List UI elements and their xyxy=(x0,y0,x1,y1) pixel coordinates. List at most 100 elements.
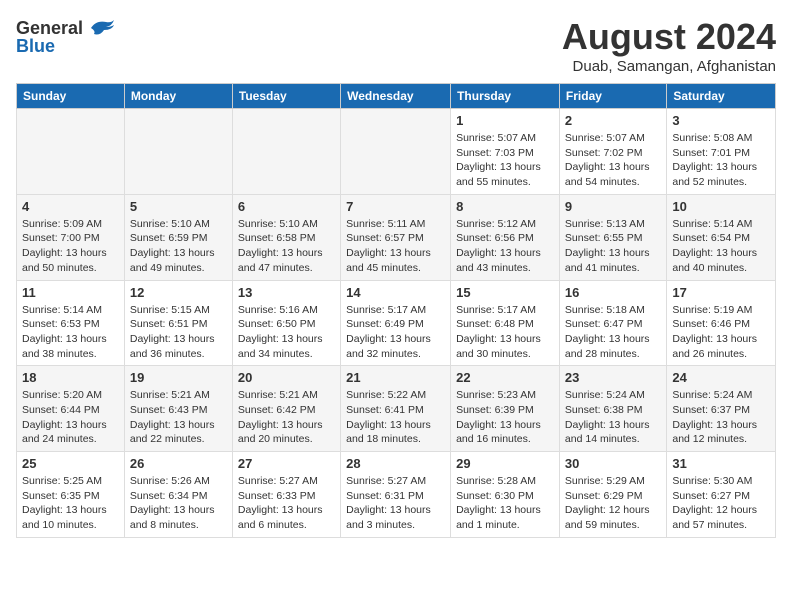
day-number: 6 xyxy=(238,199,335,214)
day-info: Sunrise: 5:23 AM Sunset: 6:39 PM Dayligh… xyxy=(456,388,554,447)
table-row: 18 Sunrise: 5:20 AM Sunset: 6:44 PM Dayli… xyxy=(17,366,125,452)
page-header: General Blue August 2024 Duab, Samangan,… xyxy=(16,16,776,75)
table-row: 21 Sunrise: 5:22 AM Sunset: 6:41 PM Dayli… xyxy=(341,366,451,452)
day-number: 15 xyxy=(456,285,554,300)
day-number: 11 xyxy=(22,285,119,300)
day-info: Sunrise: 5:07 AM Sunset: 7:02 PM Dayligh… xyxy=(565,131,661,190)
day-info: Sunrise: 5:11 AM Sunset: 6:57 PM Dayligh… xyxy=(346,217,445,276)
logo-blue: Blue xyxy=(16,36,55,57)
day-info: Sunrise: 5:22 AM Sunset: 6:41 PM Dayligh… xyxy=(346,388,445,447)
logo-bird-icon xyxy=(86,16,116,40)
logo: General Blue xyxy=(16,16,116,57)
title-section: August 2024 Duab, Samangan, Afghanistan xyxy=(562,16,776,75)
day-info: Sunrise: 5:14 AM Sunset: 6:53 PM Dayligh… xyxy=(22,303,119,362)
location-subtitle: Duab, Samangan, Afghanistan xyxy=(562,58,776,75)
table-row: 1 Sunrise: 5:07 AM Sunset: 7:03 PM Daylig… xyxy=(451,109,560,195)
table-row: 23 Sunrise: 5:24 AM Sunset: 6:38 PM Dayli… xyxy=(559,366,666,452)
day-number: 18 xyxy=(22,370,119,385)
day-number: 8 xyxy=(456,199,554,214)
table-row: 14 Sunrise: 5:17 AM Sunset: 6:49 PM Dayli… xyxy=(341,280,451,366)
calendar-week-row: 11 Sunrise: 5:14 AM Sunset: 6:53 PM Dayli… xyxy=(17,280,776,366)
calendar-week-row: 25Sunrise: 5:25 AM Sunset: 6:35 PM Dayli… xyxy=(17,452,776,538)
day-info: Sunrise: 5:15 AM Sunset: 6:51 PM Dayligh… xyxy=(130,303,227,362)
day-number: 3 xyxy=(672,113,770,128)
table-row: 6 Sunrise: 5:10 AM Sunset: 6:58 PM Daylig… xyxy=(232,194,340,280)
table-row xyxy=(232,109,340,195)
day-number: 19 xyxy=(130,370,227,385)
day-number: 1 xyxy=(456,113,554,128)
day-number: 12 xyxy=(130,285,227,300)
day-number: 9 xyxy=(565,199,661,214)
table-row: 8 Sunrise: 5:12 AM Sunset: 6:56 PM Daylig… xyxy=(451,194,560,280)
day-info: Sunrise: 5:27 AM Sunset: 6:33 PM Dayligh… xyxy=(238,474,335,533)
day-info: Sunrise: 5:27 AM Sunset: 6:31 PM Dayligh… xyxy=(346,474,445,533)
day-number: 25 xyxy=(22,456,119,471)
calendar-week-row: 18 Sunrise: 5:20 AM Sunset: 6:44 PM Dayli… xyxy=(17,366,776,452)
day-number: 27 xyxy=(238,456,335,471)
day-info: Sunrise: 5:24 AM Sunset: 6:37 PM Dayligh… xyxy=(672,388,770,447)
header-sunday: Sunday xyxy=(17,84,125,109)
table-row: 25Sunrise: 5:25 AM Sunset: 6:35 PM Dayli… xyxy=(17,452,125,538)
day-number: 2 xyxy=(565,113,661,128)
day-number: 7 xyxy=(346,199,445,214)
day-info: Sunrise: 5:10 AM Sunset: 6:59 PM Dayligh… xyxy=(130,217,227,276)
day-info: Sunrise: 5:10 AM Sunset: 6:58 PM Dayligh… xyxy=(238,217,335,276)
day-number: 10 xyxy=(672,199,770,214)
table-row: 13 Sunrise: 5:16 AM Sunset: 6:50 PM Dayli… xyxy=(232,280,340,366)
day-number: 21 xyxy=(346,370,445,385)
day-number: 24 xyxy=(672,370,770,385)
day-number: 31 xyxy=(672,456,770,471)
day-number: 23 xyxy=(565,370,661,385)
day-info: Sunrise: 5:20 AM Sunset: 6:44 PM Dayligh… xyxy=(22,388,119,447)
day-info: Sunrise: 5:17 AM Sunset: 6:48 PM Dayligh… xyxy=(456,303,554,362)
day-info: Sunrise: 5:12 AM Sunset: 6:56 PM Dayligh… xyxy=(456,217,554,276)
header-saturday: Saturday xyxy=(667,84,776,109)
day-number: 16 xyxy=(565,285,661,300)
day-info: Sunrise: 5:17 AM Sunset: 6:49 PM Dayligh… xyxy=(346,303,445,362)
day-info: Sunrise: 5:19 AM Sunset: 6:46 PM Dayligh… xyxy=(672,303,770,362)
table-row xyxy=(341,109,451,195)
day-number: 28 xyxy=(346,456,445,471)
table-row: 16 Sunrise: 5:18 AM Sunset: 6:47 PM Dayli… xyxy=(559,280,666,366)
day-info: Sunrise: 5:21 AM Sunset: 6:42 PM Dayligh… xyxy=(238,388,335,447)
table-row: 26Sunrise: 5:26 AM Sunset: 6:34 PM Dayli… xyxy=(124,452,232,538)
table-row xyxy=(17,109,125,195)
day-number: 22 xyxy=(456,370,554,385)
weekday-header-row: Sunday Monday Tuesday Wednesday Thursday… xyxy=(17,84,776,109)
day-number: 20 xyxy=(238,370,335,385)
table-row: 12 Sunrise: 5:15 AM Sunset: 6:51 PM Dayli… xyxy=(124,280,232,366)
day-info: Sunrise: 5:28 AM Sunset: 6:30 PM Dayligh… xyxy=(456,474,554,533)
day-number: 29 xyxy=(456,456,554,471)
table-row: 29 Sunrise: 5:28 AM Sunset: 6:30 PM Dayli… xyxy=(451,452,560,538)
day-info: Sunrise: 5:13 AM Sunset: 6:55 PM Dayligh… xyxy=(565,217,661,276)
day-info: Sunrise: 5:07 AM Sunset: 7:03 PM Dayligh… xyxy=(456,131,554,190)
header-friday: Friday xyxy=(559,84,666,109)
table-row: 31Sunrise: 5:30 AM Sunset: 6:27 PM Dayli… xyxy=(667,452,776,538)
day-number: 30 xyxy=(565,456,661,471)
table-row: 5 Sunrise: 5:10 AM Sunset: 6:59 PM Daylig… xyxy=(124,194,232,280)
table-row: 10 Sunrise: 5:14 AM Sunset: 6:54 PM Dayli… xyxy=(667,194,776,280)
day-number: 5 xyxy=(130,199,227,214)
table-row: 27 Sunrise: 5:27 AM Sunset: 6:33 PM Dayli… xyxy=(232,452,340,538)
table-row: 28 Sunrise: 5:27 AM Sunset: 6:31 PM Dayli… xyxy=(341,452,451,538)
day-number: 13 xyxy=(238,285,335,300)
day-info: Sunrise: 5:24 AM Sunset: 6:38 PM Dayligh… xyxy=(565,388,661,447)
day-info: Sunrise: 5:16 AM Sunset: 6:50 PM Dayligh… xyxy=(238,303,335,362)
calendar-week-row: 4Sunrise: 5:09 AM Sunset: 7:00 PM Daylig… xyxy=(17,194,776,280)
day-info: Sunrise: 5:14 AM Sunset: 6:54 PM Dayligh… xyxy=(672,217,770,276)
day-info: Sunrise: 5:21 AM Sunset: 6:43 PM Dayligh… xyxy=(130,388,227,447)
day-number: 14 xyxy=(346,285,445,300)
day-info: Sunrise: 5:18 AM Sunset: 6:47 PM Dayligh… xyxy=(565,303,661,362)
table-row: 4Sunrise: 5:09 AM Sunset: 7:00 PM Daylig… xyxy=(17,194,125,280)
header-monday: Monday xyxy=(124,84,232,109)
day-info: Sunrise: 5:29 AM Sunset: 6:29 PM Dayligh… xyxy=(565,474,661,533)
table-row xyxy=(124,109,232,195)
day-info: Sunrise: 5:09 AM Sunset: 7:00 PM Dayligh… xyxy=(22,217,119,276)
table-row: 3Sunrise: 5:08 AM Sunset: 7:01 PM Daylig… xyxy=(667,109,776,195)
header-tuesday: Tuesday xyxy=(232,84,340,109)
calendar-week-row: 1 Sunrise: 5:07 AM Sunset: 7:03 PM Daylig… xyxy=(17,109,776,195)
table-row: 9 Sunrise: 5:13 AM Sunset: 6:55 PM Daylig… xyxy=(559,194,666,280)
table-row: 22 Sunrise: 5:23 AM Sunset: 6:39 PM Dayli… xyxy=(451,366,560,452)
table-row: 11 Sunrise: 5:14 AM Sunset: 6:53 PM Dayli… xyxy=(17,280,125,366)
calendar-table: Sunday Monday Tuesday Wednesday Thursday… xyxy=(16,83,776,538)
